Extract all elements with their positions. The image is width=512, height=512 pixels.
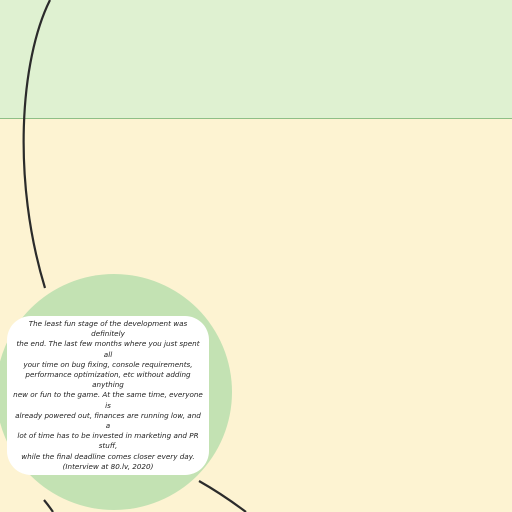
timeline-arc-upper [22,0,51,289]
quote-card: The least fun stage of the development w… [7,316,209,475]
timeline-arc-lower-left [43,499,54,512]
timeline-arc-lower-right [198,480,247,512]
quote-text: The least fun stage of the development w… [13,318,203,471]
